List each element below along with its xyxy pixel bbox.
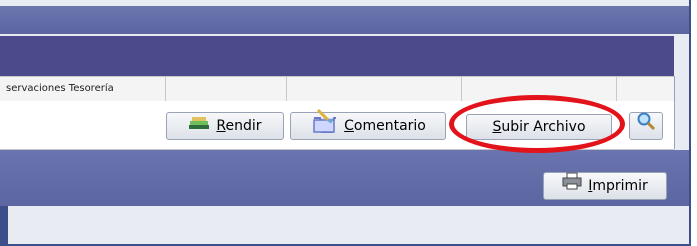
column-header[interactable] [462, 77, 617, 101]
column-header[interactable] [617, 77, 673, 101]
bottom-area [0, 206, 689, 244]
data-grid: servaciones Tesorería Rendir Comentario … [0, 76, 675, 150]
comentario-label: Comentario [344, 118, 426, 134]
subir-archivo-button[interactable]: Subir Archivo [466, 114, 612, 140]
app-frame: servaciones Tesorería Rendir Comentario … [0, 0, 691, 246]
footer-bar: Imprimir [0, 150, 689, 206]
column-header[interactable] [167, 77, 287, 101]
title-bar [0, 6, 689, 34]
column-header[interactable] [287, 77, 462, 101]
grid-toolbar [0, 36, 674, 77]
rendir-label: Rendir [216, 118, 262, 134]
money-stack-icon [188, 112, 210, 140]
table-row: Rendir Comentario Subir Archivo [0, 101, 674, 150]
comentario-button[interactable]: Comentario [290, 108, 446, 140]
comment-brush-icon [310, 108, 338, 144]
printer-icon [562, 172, 582, 200]
magnifier-icon [636, 111, 656, 141]
imprimir-label: Imprimir [588, 178, 648, 194]
search-button[interactable] [629, 112, 663, 140]
rendir-button[interactable]: Rendir [166, 112, 284, 140]
imprimir-button[interactable]: Imprimir [543, 172, 667, 200]
left-edge [0, 206, 8, 244]
subir-archivo-label: Subir Archivo [492, 119, 586, 135]
column-header-observaciones-tesoreria[interactable]: servaciones Tesorería [0, 77, 166, 101]
grid-header-row: servaciones Tesorería [0, 76, 674, 102]
